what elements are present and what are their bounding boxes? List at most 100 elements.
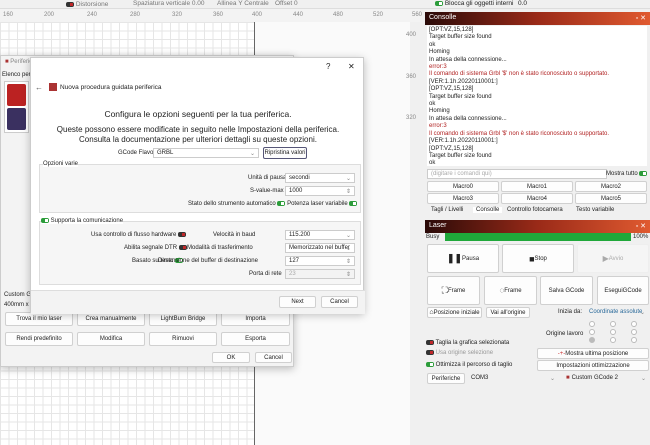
distortion-toggle[interactable]: Distorsione xyxy=(66,1,108,8)
origin-radio[interactable] xyxy=(631,329,637,335)
macro-button-3[interactable]: Macro3 xyxy=(427,193,499,204)
align-y-select[interactable]: Allinea Y Centrale xyxy=(217,0,269,7)
set-default-button[interactable]: Rendi predefinito xyxy=(5,332,73,346)
stop-button[interactable]: ■ Stop xyxy=(502,244,574,273)
run-gcode-button[interactable]: EseguiGCode xyxy=(597,276,649,305)
device-select[interactable]: ■ Custom GCode 2 ⌄ xyxy=(563,373,649,383)
origin-radio[interactable] xyxy=(610,337,616,343)
vertical-spacing[interactable]: Spaziatura verticale 0.00 xyxy=(133,0,205,7)
start-button[interactable]: ▶ Avvio xyxy=(577,244,649,273)
port-select[interactable]: COM3 ⌄ xyxy=(468,373,558,383)
svalue-field[interactable]: 1000 ⇕ xyxy=(285,186,355,196)
show-last-position-button[interactable]: -+- Mostra ultima posizione xyxy=(537,348,649,359)
wizard-dialog: ? ✕ ← Nuova procedura guidata periferica… xyxy=(30,57,365,314)
reset-values-button[interactable]: Ripristina valori xyxy=(263,147,307,159)
lightburn-bridge-button[interactable]: LightBurn Bridge xyxy=(149,312,217,326)
device-icon-lightburn-alt[interactable] xyxy=(7,108,26,130)
pause-unit-select[interactable]: secondi ⌄ xyxy=(285,173,355,183)
wizard-subheading-1: Queste possono essere modificate in segu… xyxy=(56,125,340,134)
top-toolbar: Distorsione Spaziatura verticale 0.00 Al… xyxy=(0,0,650,9)
distortion-label: Distorsione xyxy=(75,1,109,8)
buffer-size-field[interactable]: 127 ⇕ xyxy=(285,256,355,266)
optimize-toggle[interactable]: Ottimizza il percorso di taglio xyxy=(426,362,512,368)
cut-selected-toggle[interactable]: Taglia la grafica selezionata xyxy=(426,340,509,346)
communication-toggle[interactable]: Supporta la comunicazione xyxy=(41,218,124,225)
go-origin-button[interactable]: Vai all'origine xyxy=(486,307,530,318)
origin-radio[interactable] xyxy=(631,337,637,343)
network-port-label: Porta di rete xyxy=(249,271,282,277)
devices-cancel-button[interactable]: Cancel xyxy=(255,352,292,363)
origin-radio[interactable] xyxy=(631,321,637,327)
console-input[interactable]: (digitare i comandi qui) xyxy=(427,169,607,179)
devices-button[interactable]: Periferiche xyxy=(427,373,465,384)
console-output[interactable]: [OPT:VZ,15,128] Target buffer size found o… xyxy=(427,26,647,166)
frame-rect-button[interactable]: ⛶ Frame xyxy=(427,276,480,305)
variable-power-toggle[interactable] xyxy=(349,201,358,206)
console-line: Target buffer size found xyxy=(429,34,492,41)
pause-button[interactable]: ❚❚ Pausa xyxy=(427,244,499,273)
close-button[interactable]: ✕ xyxy=(348,62,355,71)
offset-field[interactable]: Offset 0 xyxy=(275,0,298,7)
auto-tool-row[interactable]: Stato dello strumento automatico Potenza… xyxy=(188,201,358,207)
console-line: [OPT:VZ,15,128] xyxy=(429,145,474,152)
edit-button[interactable]: Modifica xyxy=(77,332,145,346)
console-line: Target buffer size found xyxy=(429,93,492,100)
tab-camera-control[interactable]: Controllo fotocamera xyxy=(507,207,563,213)
use-selection-origin-toggle[interactable]: Usa origine selezione xyxy=(426,350,493,356)
network-port-field[interactable]: 23 ⇕ xyxy=(285,269,355,279)
tab-variable-text[interactable]: Testo variabile xyxy=(576,207,614,213)
console-line: Homing xyxy=(429,49,450,56)
origin-radio[interactable] xyxy=(610,321,616,327)
origin-radio[interactable] xyxy=(589,321,595,327)
home-button[interactable]: ⌂ Posizione iniziale xyxy=(427,307,482,318)
lock-inner-label: Blocca gli oggetti interni xyxy=(444,0,514,7)
progress-bar xyxy=(445,233,631,241)
export-button[interactable]: Esporta xyxy=(221,332,290,346)
baud-select[interactable]: 115.200 ⌄ xyxy=(285,230,355,240)
origin-radio[interactable] xyxy=(589,329,595,335)
macro-button-4[interactable]: Macro4 xyxy=(501,193,573,204)
origin-radio[interactable] xyxy=(589,337,595,343)
macro-button-5[interactable]: Macro5 xyxy=(575,193,647,204)
back-button[interactable]: ← xyxy=(35,83,43,92)
create-manually-button[interactable]: Crea manualmente xyxy=(77,312,145,326)
gcode-flavor-label: GCode Flavor xyxy=(118,150,156,156)
device-icon-lightburn[interactable] xyxy=(7,84,26,106)
console-titlebar: Consolle ▫ ✕ xyxy=(425,12,650,25)
side-ruler: 400 360 320 xyxy=(405,32,416,121)
lock-value-field[interactable]: 0.0 xyxy=(518,0,527,7)
origin-radio[interactable] xyxy=(610,329,616,335)
dtr-row[interactable]: Abilita segnale DTR xyxy=(124,245,187,251)
float-close-icon[interactable]: ▫ ✕ xyxy=(636,222,646,230)
save-gcode-button[interactable]: Salva GCode xyxy=(540,276,593,305)
console-title: Consolle xyxy=(429,14,457,21)
macro-button-1[interactable]: Macro1 xyxy=(501,181,573,192)
console-line: [VER:1.1h.20220110001:] xyxy=(429,138,498,145)
pause-unit-label: Unità di pausa xyxy=(248,175,287,181)
gcode-flavor-select[interactable]: GRBL ⌄ xyxy=(153,148,259,158)
tab-cuts-layers[interactable]: Tagli / Livelli xyxy=(431,207,463,213)
wizard-cancel-button[interactable]: Cancel xyxy=(321,296,358,308)
macro-button-2[interactable]: Macro2 xyxy=(575,181,647,192)
tab-console[interactable]: Consolle xyxy=(473,207,503,213)
import-button[interactable]: Importa xyxy=(221,312,290,326)
start-from-select[interactable]: Coordinate assolute ⌄ xyxy=(586,307,648,317)
progress-label: 100% xyxy=(633,234,649,240)
console-line: Homing xyxy=(429,108,450,115)
find-laser-button[interactable]: Trova il mio laser xyxy=(5,312,73,326)
auto-tool-toggle[interactable] xyxy=(277,201,286,206)
show-all-toggle[interactable]: Mostra tutto xyxy=(606,171,648,177)
next-button[interactable]: Next xyxy=(279,296,316,308)
job-origin-label: Origine lavoro xyxy=(546,331,584,337)
hw-flow-row[interactable]: Usa controllo di flusso hardware xyxy=(91,232,187,238)
macro-button-0[interactable]: Macro0 xyxy=(427,181,499,192)
device-list[interactable] xyxy=(4,81,29,133)
misc-options-label: Opzioni varie xyxy=(43,161,79,167)
optimization-settings-button[interactable]: Impostazioni ottimizzazione xyxy=(537,360,649,371)
transfer-mode-select[interactable]: Memorizzato nel buffer ⌄ xyxy=(285,243,355,253)
remove-button[interactable]: Rimuovi xyxy=(149,332,217,346)
float-close-icon[interactable]: ▫ ✕ xyxy=(636,14,646,22)
frame-circle-button[interactable]: ◌ Frame xyxy=(484,276,537,305)
help-button[interactable]: ? xyxy=(326,62,330,71)
ok-button[interactable]: OK xyxy=(212,352,250,363)
